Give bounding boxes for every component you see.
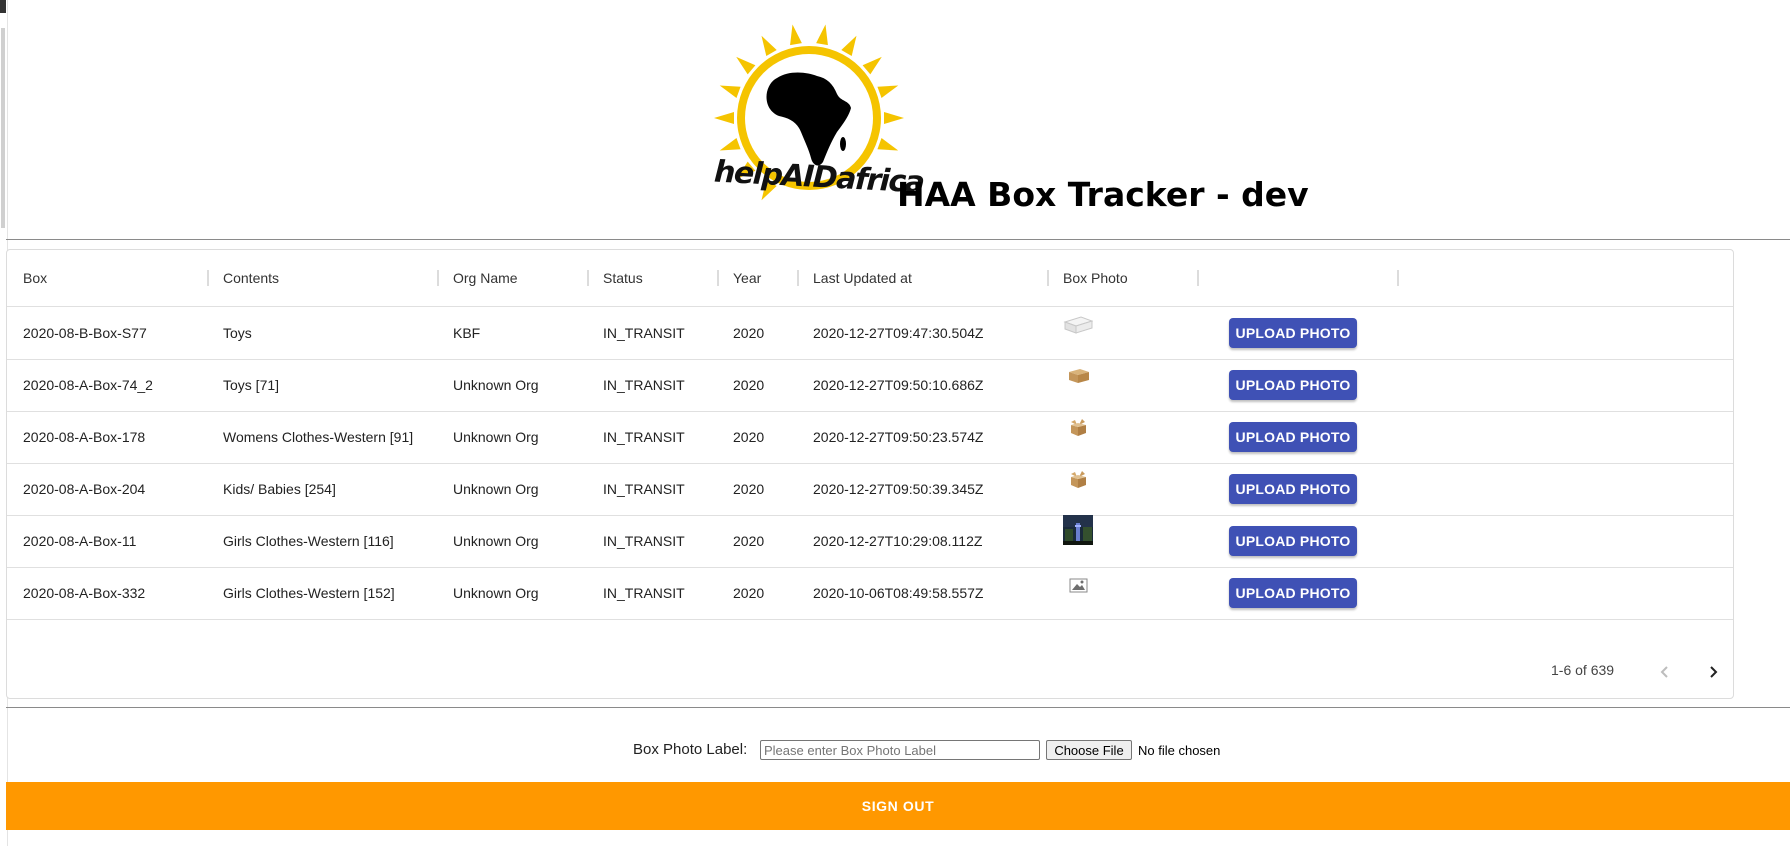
next-page-button[interactable] bbox=[1693, 652, 1733, 692]
contents-cell: Toys bbox=[223, 325, 252, 341]
status-cell: IN_TRANSIT bbox=[603, 377, 685, 393]
status-cell: IN_TRANSIT bbox=[603, 429, 685, 445]
column-header-org-name[interactable]: Org Name bbox=[453, 250, 518, 306]
column-header-contents[interactable]: Contents bbox=[223, 250, 279, 306]
box-photo-label-input[interactable] bbox=[760, 740, 1040, 760]
box-photo-label: Box Photo Label: bbox=[633, 741, 748, 758]
status-cell: IN_TRANSIT bbox=[603, 585, 685, 601]
table-row: 2020-08-A-Box-332 Girls Clothes-Western … bbox=[7, 567, 1733, 620]
box-id-cell: 2020-08-B-Box-S77 bbox=[23, 325, 147, 341]
table-pagination: 1-6 of 639 bbox=[7, 650, 1733, 694]
column-header-last-updated[interactable]: Last Updated at bbox=[813, 250, 912, 306]
broken-image-icon[interactable] bbox=[1063, 572, 1093, 598]
contents-cell: Girls Clothes-Western [152] bbox=[223, 585, 395, 601]
last-updated-cell: 2020-12-27T09:47:30.504Z bbox=[813, 325, 984, 341]
org-name-cell: KBF bbox=[453, 325, 481, 341]
open-box-photo-icon[interactable] bbox=[1063, 468, 1093, 494]
column-separator[interactable] bbox=[207, 270, 209, 286]
sign-out-button[interactable]: SIGN OUT bbox=[6, 782, 1790, 830]
scrollbar-track[interactable] bbox=[1, 28, 5, 228]
choose-file-button[interactable]: Choose File bbox=[1046, 740, 1132, 760]
status-cell: IN_TRANSIT bbox=[603, 325, 685, 341]
status-cell: IN_TRANSIT bbox=[603, 481, 685, 497]
table-row: 2020-08-A-Box-204 Kids/ Babies [254] Unk… bbox=[7, 463, 1733, 516]
table-header: Box Contents Org Name Status Year Last U… bbox=[7, 250, 1733, 307]
box-photo-form: Box Photo Label: Choose File No file cho… bbox=[0, 740, 1790, 762]
year-cell: 2020 bbox=[733, 377, 765, 393]
upload-photo-button[interactable]: UPLOAD PHOTO bbox=[1229, 526, 1357, 556]
contents-cell: Girls Clothes-Western [116] bbox=[223, 533, 394, 549]
table-row: 2020-08-A-Box-11 Girls Clothes-Western [… bbox=[7, 515, 1733, 568]
table-row: 2020-08-A-Box-74_2 Toys [71] Unknown Org… bbox=[7, 359, 1733, 412]
column-separator[interactable] bbox=[717, 270, 719, 286]
cardboard-box-photo-icon[interactable] bbox=[1063, 364, 1093, 390]
last-updated-cell: 2020-12-27T10:29:08.112Z bbox=[813, 533, 983, 549]
column-header-year[interactable]: Year bbox=[733, 250, 761, 306]
file-status-text: No file chosen bbox=[1138, 743, 1221, 758]
year-cell: 2020 bbox=[733, 325, 765, 341]
column-header-status[interactable]: Status bbox=[603, 250, 643, 306]
box-id-cell: 2020-08-A-Box-204 bbox=[23, 481, 146, 497]
box-id-cell: 2020-08-A-Box-11 bbox=[23, 533, 137, 549]
year-cell: 2020 bbox=[733, 533, 765, 549]
box-id-cell: 2020-08-A-Box-332 bbox=[23, 585, 146, 601]
chevron-left-icon bbox=[1660, 666, 1668, 678]
upload-photo-button[interactable]: UPLOAD PHOTO bbox=[1229, 474, 1357, 504]
contents-cell: Kids/ Babies [254] bbox=[223, 481, 336, 497]
org-name-cell: Unknown Org bbox=[453, 481, 539, 497]
status-cell: IN_TRANSIT bbox=[603, 533, 685, 549]
chevron-right-icon bbox=[1710, 666, 1718, 678]
last-updated-cell: 2020-12-27T09:50:10.686Z bbox=[813, 377, 984, 393]
table-row: 2020-08-A-Box-178 Womens Clothes-Western… bbox=[7, 411, 1733, 464]
year-cell: 2020 bbox=[733, 429, 765, 445]
contents-cell: Womens Clothes-Western [91] bbox=[223, 429, 414, 445]
last-updated-cell: 2020-12-27T09:50:23.574Z bbox=[813, 429, 984, 445]
contents-cell: Toys [71] bbox=[223, 377, 280, 393]
column-separator[interactable] bbox=[1397, 270, 1399, 286]
column-separator[interactable] bbox=[797, 270, 799, 286]
column-separator[interactable] bbox=[587, 270, 589, 286]
last-updated-cell: 2020-12-27T09:50:39.345Z bbox=[813, 481, 984, 497]
page-range-text: 1-6 of 639 bbox=[1551, 662, 1615, 678]
column-separator[interactable] bbox=[1047, 270, 1049, 286]
page-header: helpAIDafrica HAA Box Tracker - dev bbox=[6, 0, 1790, 240]
white-box-photo-icon[interactable] bbox=[1063, 312, 1093, 338]
box-id-cell: 2020-08-A-Box-74_2 bbox=[23, 377, 153, 393]
upload-photo-button[interactable]: UPLOAD PHOTO bbox=[1229, 422, 1357, 452]
page-title: HAA Box Tracker - dev bbox=[897, 175, 1309, 214]
org-name-cell: Unknown Org bbox=[453, 429, 539, 445]
open-box-photo-icon[interactable] bbox=[1063, 416, 1093, 442]
upload-photo-button[interactable]: UPLOAD PHOTO bbox=[1229, 370, 1357, 400]
column-header-box[interactable]: Box bbox=[23, 250, 47, 306]
helpaidafrica-logo: helpAIDafrica bbox=[706, 0, 924, 215]
box-table: Box Contents Org Name Status Year Last U… bbox=[6, 249, 1734, 699]
dark-scene-photo-icon[interactable] bbox=[1063, 515, 1093, 545]
column-separator[interactable] bbox=[437, 270, 439, 286]
year-cell: 2020 bbox=[733, 585, 765, 601]
column-separator[interactable] bbox=[1197, 270, 1199, 286]
box-id-cell: 2020-08-A-Box-178 bbox=[23, 429, 146, 445]
org-name-cell: Unknown Org bbox=[453, 585, 539, 601]
year-cell: 2020 bbox=[733, 481, 765, 497]
divider bbox=[6, 707, 1790, 708]
org-name-cell: Unknown Org bbox=[453, 533, 539, 549]
last-updated-cell: 2020-10-06T08:49:58.557Z bbox=[813, 585, 984, 601]
previous-page-button[interactable] bbox=[1645, 652, 1685, 692]
upload-photo-button[interactable]: UPLOAD PHOTO bbox=[1229, 578, 1357, 608]
table-row: 2020-08-B-Box-S77 Toys KBF IN_TRANSIT 20… bbox=[7, 307, 1733, 360]
upload-photo-button[interactable]: UPLOAD PHOTO bbox=[1229, 318, 1357, 348]
column-header-box-photo[interactable]: Box Photo bbox=[1063, 250, 1128, 306]
org-name-cell: Unknown Org bbox=[453, 377, 539, 393]
